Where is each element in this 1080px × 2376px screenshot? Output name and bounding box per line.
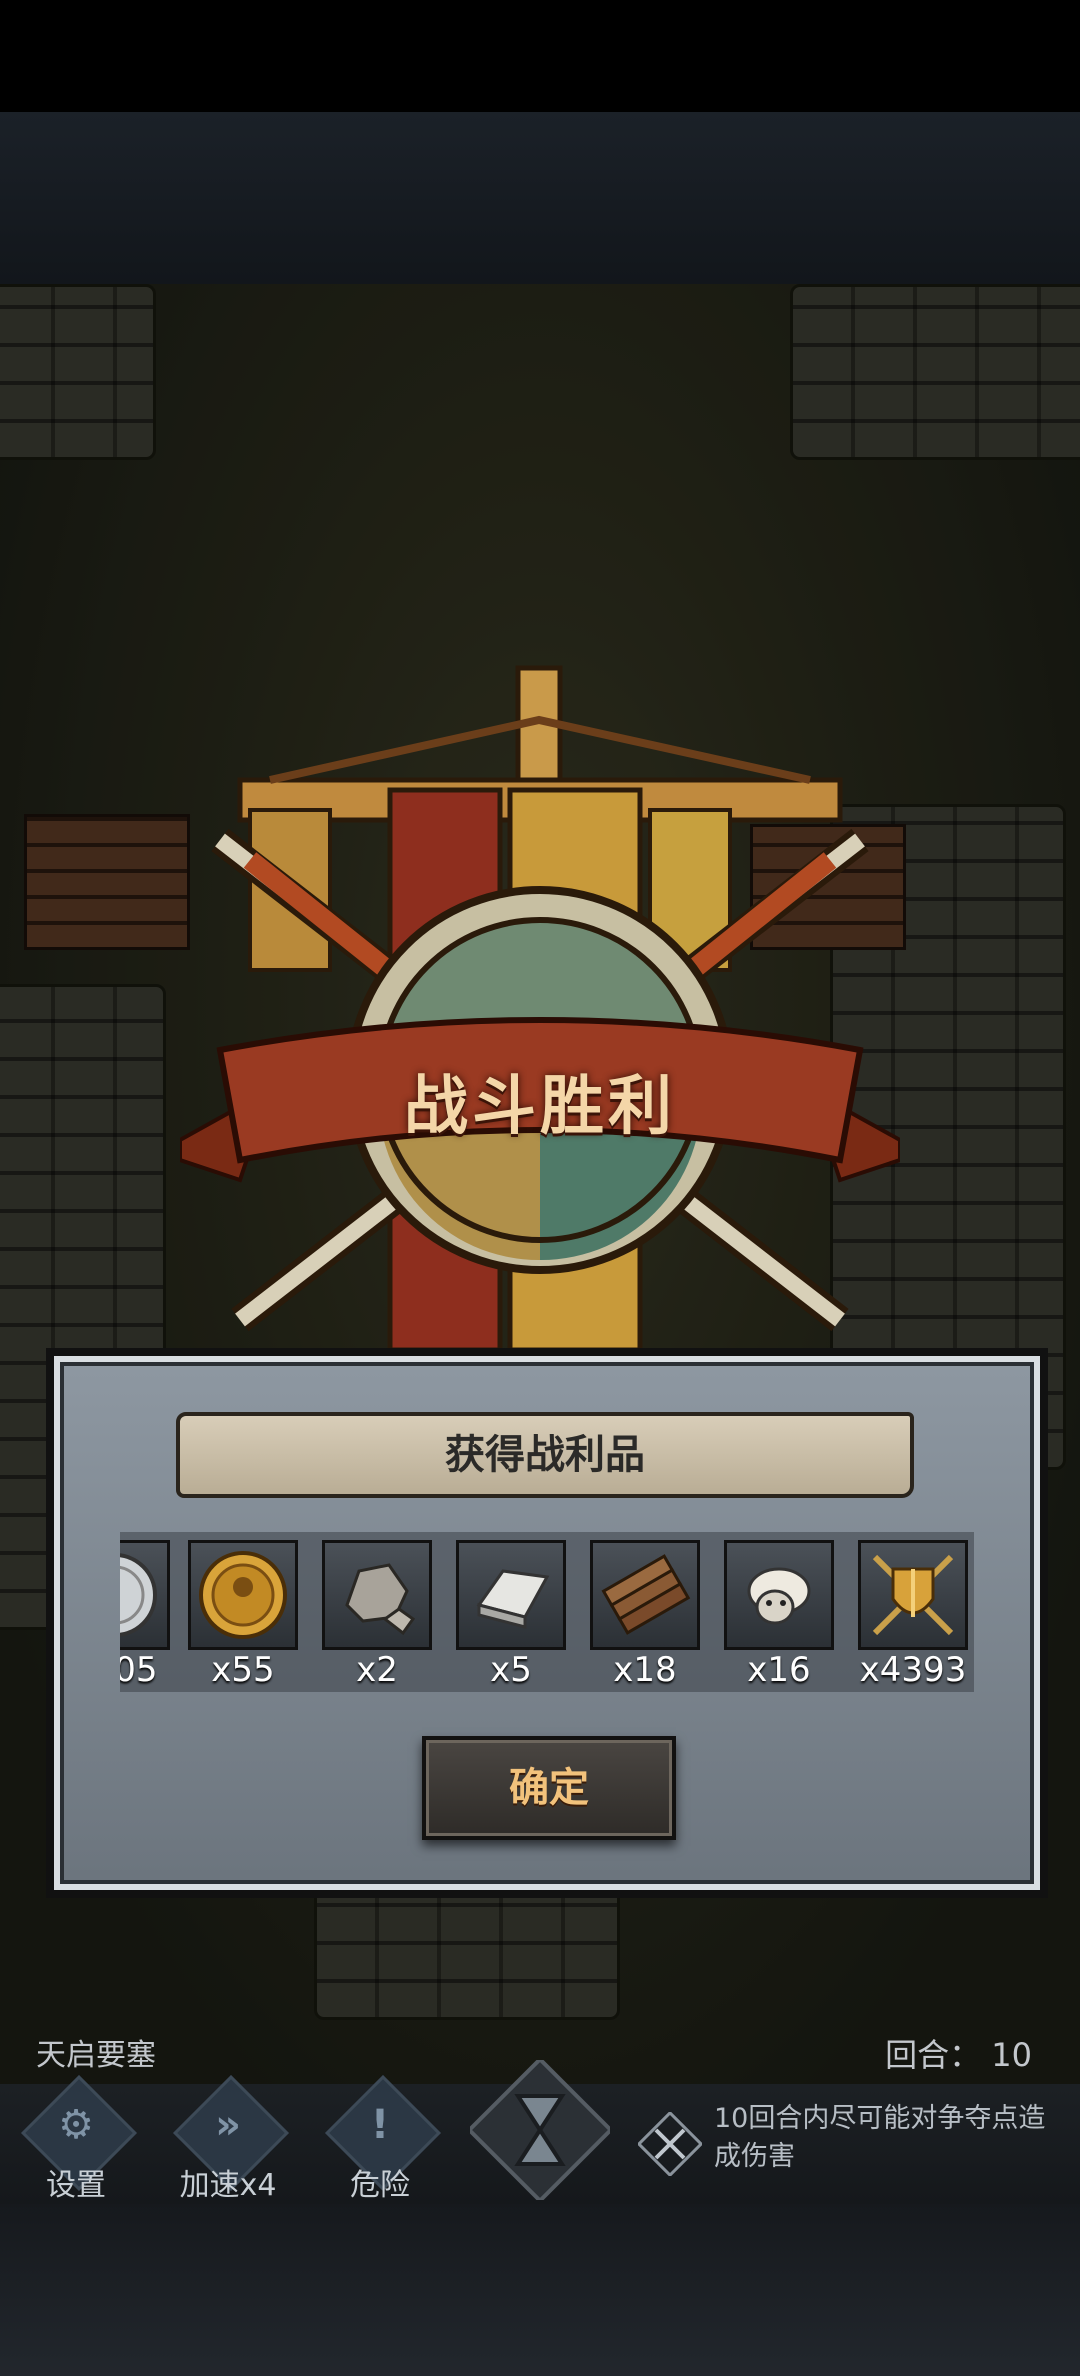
- settings-button[interactable]: ⚙ 设置: [14, 2075, 137, 2204]
- item-slot: [120, 1540, 170, 1650]
- stone-icon: [345, 1563, 416, 1636]
- bottom-frame: [0, 2204, 1080, 2376]
- stage-name: 天启要塞: [36, 2038, 156, 2073]
- settings-label: 设置: [46, 2168, 106, 2203]
- item-quantity: x2: [356, 1650, 398, 1690]
- gold-coin-icon: [199, 1551, 287, 1639]
- crossed-swords-icon: [638, 2112, 702, 2176]
- item-quantity: x55: [211, 1650, 275, 1690]
- loot-item[interactable]: x2: [322, 1540, 432, 1690]
- item-quantity: x4393: [859, 1650, 967, 1690]
- iron-ingot-icon: [476, 1569, 550, 1629]
- victory-crest-icon: [180, 665, 900, 1353]
- item-quantity: x18: [613, 1650, 677, 1690]
- top-status-bar: [0, 0, 1080, 112]
- loot-item[interactable]: x16: [724, 1540, 834, 1690]
- hourglass-icon[interactable]: [470, 2060, 610, 2200]
- wood-planks-icon: [601, 1554, 691, 1635]
- victory-title: 战斗胜利: [404, 1070, 676, 1144]
- loot-item[interactable]: x18: [590, 1540, 700, 1690]
- item-slot: [858, 1540, 968, 1650]
- speed-button[interactable]: » 加速x4: [166, 2075, 289, 2204]
- loot-item[interactable]: x505: [120, 1540, 170, 1690]
- loot-panel: 获得战利品 x505 x55: [46, 1348, 1048, 1898]
- loot-item[interactable]: x4393: [858, 1540, 968, 1690]
- round-counter: 回合： 10: [885, 2036, 1032, 2074]
- objective-text: 10回合内尽可能对争夺点造成伤害: [714, 2103, 1046, 2172]
- victory-emblem: 战斗胜利: [180, 660, 900, 1360]
- item-slot: [322, 1540, 432, 1650]
- silver-coin-icon: [120, 1553, 157, 1637]
- fast-forward-icon: »: [215, 2102, 241, 2148]
- item-slot: [724, 1540, 834, 1650]
- item-slot: [188, 1540, 298, 1650]
- loot-heading: 获得战利品: [176, 1412, 914, 1498]
- speed-label: 加速x4: [179, 2168, 277, 2203]
- loot-items-strip[interactable]: x505 x55 x2: [120, 1532, 974, 1692]
- top-frame: [0, 112, 1080, 284]
- confirm-button[interactable]: 确定: [422, 1736, 676, 1840]
- gear-icon: ⚙: [58, 2102, 94, 2148]
- sheep-icon: [747, 1567, 811, 1625]
- golden-shield-crest-icon: [872, 1554, 954, 1636]
- loot-item[interactable]: x55: [188, 1540, 298, 1690]
- item-quantity: x16: [747, 1650, 811, 1690]
- exclamation-icon: !: [370, 2102, 390, 2148]
- danger-label: 危险: [350, 2168, 410, 2203]
- item-slot: [456, 1540, 566, 1650]
- loot-item[interactable]: x5: [456, 1540, 566, 1690]
- item-slot: [590, 1540, 700, 1650]
- danger-button[interactable]: ! 危险: [318, 2075, 441, 2204]
- item-quantity: x5: [490, 1650, 532, 1690]
